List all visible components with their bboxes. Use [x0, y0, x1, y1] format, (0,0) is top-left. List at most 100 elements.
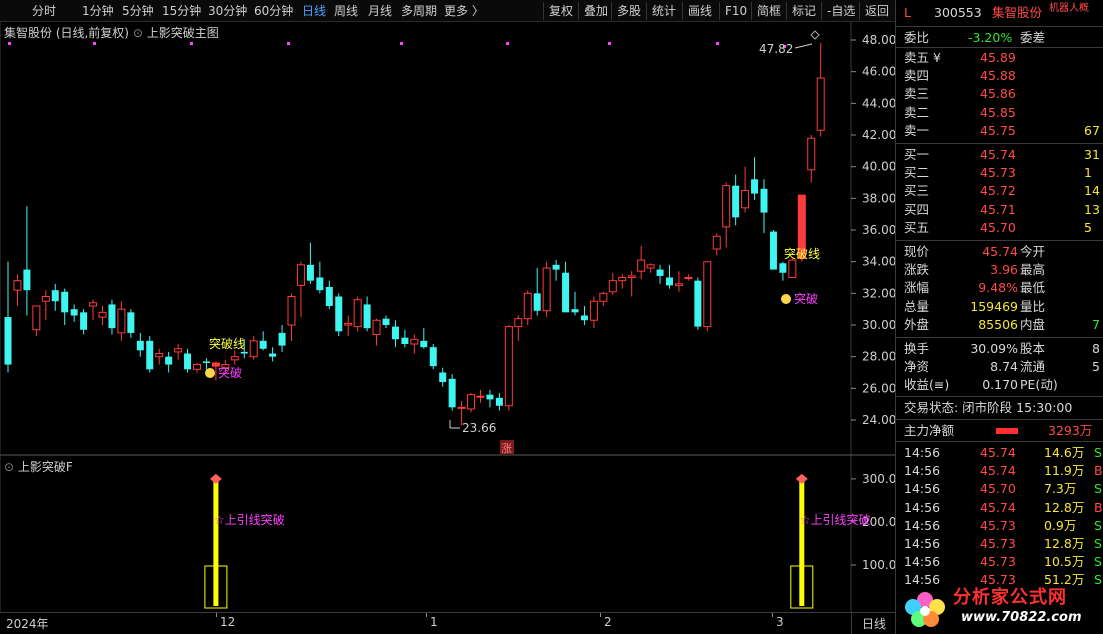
stat-value-2: 7	[1092, 316, 1100, 332]
stat-value: 0.170	[982, 377, 1018, 393]
candle-body-up	[344, 322, 353, 326]
concept-tag[interactable]: 机器人概	[1049, 0, 1089, 18]
top-marker	[506, 42, 509, 45]
tick-direction: S	[1094, 536, 1102, 551]
candle-body-down	[259, 340, 267, 349]
stat-row: 总量 159469 量比	[896, 298, 1103, 316]
divider	[896, 143, 1103, 144]
y-tick-label: 34.00	[862, 255, 895, 269]
tick-price: 45.70	[980, 481, 1016, 497]
x-axis-label: 1	[430, 615, 438, 629]
tick-direction: S	[1094, 517, 1102, 533]
candle-body-down	[70, 309, 78, 316]
candle-body-down	[127, 312, 135, 333]
main-flow-bar	[996, 428, 1018, 434]
candle-body-up	[722, 185, 731, 228]
breakout-line-label: 突破线	[784, 246, 820, 261]
flower-icon	[905, 592, 945, 627]
candle-body-down	[571, 309, 579, 313]
bid-volume: 5	[1084, 219, 1092, 235]
y-tick-label: 46.00	[862, 65, 895, 79]
limit-up-label: 涨	[501, 442, 512, 455]
divider	[896, 337, 1103, 338]
ask-row: 卖五 ¥ 45.89	[896, 49, 1103, 67]
stat-value: 9.48%	[978, 280, 1018, 296]
diamond-icon	[810, 30, 820, 40]
y-tick-label: 24.00	[862, 413, 895, 427]
tick-row: 14:56 45.73 10.5万 S	[896, 553, 1103, 571]
tick-row: 14:56 45.73 0.9万 S	[896, 517, 1103, 535]
money-bag-icon	[205, 368, 215, 378]
ask-row: 卖一 45.75 67	[896, 122, 1103, 140]
stat-value: 85506	[978, 316, 1018, 332]
tick-price: 45.73	[980, 554, 1016, 570]
ask-label: 卖五 ¥	[904, 50, 941, 65]
candle-body-down	[694, 280, 702, 327]
signal-bar	[799, 478, 805, 606]
tick-volume: 11.9万	[1044, 463, 1085, 479]
bid-price: 45.72	[980, 183, 1016, 199]
candle-body-up	[13, 280, 22, 291]
stat-label-2: PE(动)	[1020, 377, 1058, 393]
stat-label-2: 最低	[1020, 280, 1046, 296]
money-bag-icon	[781, 294, 791, 304]
candle-body-up	[410, 338, 419, 345]
y-tick-label: 28.00	[862, 350, 895, 364]
candle-body-up	[476, 395, 485, 398]
stat-row: 换手 30.09% 股本 8	[896, 340, 1103, 358]
trade-status: 交易状态: 闭市阶段 15:30:00	[904, 400, 1073, 415]
stat-label-2: 今开	[1020, 244, 1046, 259]
tick-price: 45.73	[980, 536, 1016, 551]
tick-price: 45.74	[980, 445, 1016, 460]
candlestick-chart[interactable]: 48.00 46.00 44.00 42.00 40.00 38.00 36.00 34.00…	[0, 0, 895, 634]
ask-label: 卖二	[904, 104, 930, 120]
candle-body-up	[807, 137, 816, 171]
x-axis-label: 3	[776, 615, 784, 629]
candle-body-down	[656, 269, 664, 276]
candle-body-down	[202, 361, 210, 363]
candle-body-up	[353, 299, 362, 328]
candle-body-up	[684, 277, 693, 279]
candle-body-down	[165, 356, 173, 365]
stat-label: 涨幅	[904, 280, 930, 296]
sub-y-tick-label: 300.0	[862, 472, 895, 486]
top-marker	[8, 42, 11, 45]
candle-body-down	[732, 185, 740, 218]
candle-body-down	[363, 304, 371, 329]
top-marker	[93, 42, 96, 45]
y-tick-label: 42.00	[862, 128, 895, 142]
candle-body-down	[486, 394, 494, 400]
tick-row: 14:56 45.70 7.3万 S	[896, 480, 1103, 498]
trade-status-row: 交易状态: 闭市阶段 15:30:00	[896, 399, 1103, 417]
bid-volume: 14	[1084, 183, 1100, 199]
tick-volume: 0.9万	[1044, 517, 1077, 533]
tick-volume: 7.3万	[1044, 481, 1077, 497]
candle-body-down	[769, 231, 777, 270]
bid-label: 买三	[904, 183, 930, 199]
x-tick-mark	[600, 613, 601, 617]
candle-body-down	[562, 272, 570, 313]
candle-body-down	[751, 179, 759, 194]
quote-panel: L 300553 集智股份 机器人概 委比 -3.20% 委差 卖五 ¥ 45.89 卖四 45.8…	[895, 0, 1103, 634]
candle-body-down	[278, 332, 286, 346]
candle-body-down	[335, 296, 343, 332]
top-marker	[716, 42, 719, 45]
candle-body-down	[429, 347, 437, 367]
y-tick-label: 44.00	[862, 96, 895, 110]
tick-direction: S	[1094, 554, 1102, 570]
tick-volume: 12.8万	[1044, 499, 1085, 515]
candle-body-down	[4, 317, 12, 365]
sub-y-tick-label: 100.0	[862, 558, 895, 572]
top-marker	[190, 42, 193, 45]
candle-body-down	[61, 291, 69, 313]
candle-body-up	[741, 189, 750, 209]
tick-direction: B	[1094, 499, 1103, 515]
candle-body-up	[193, 364, 201, 370]
candle-body-down	[23, 269, 31, 291]
period-button[interactable]: 日线	[862, 615, 886, 632]
stat-value: 3.96	[990, 262, 1018, 278]
y-tick-label: 26.00	[862, 381, 895, 395]
stat-label: 涨跌	[904, 262, 930, 278]
stat-label: 总量	[904, 298, 930, 314]
breakout-label: 突破	[794, 291, 818, 306]
